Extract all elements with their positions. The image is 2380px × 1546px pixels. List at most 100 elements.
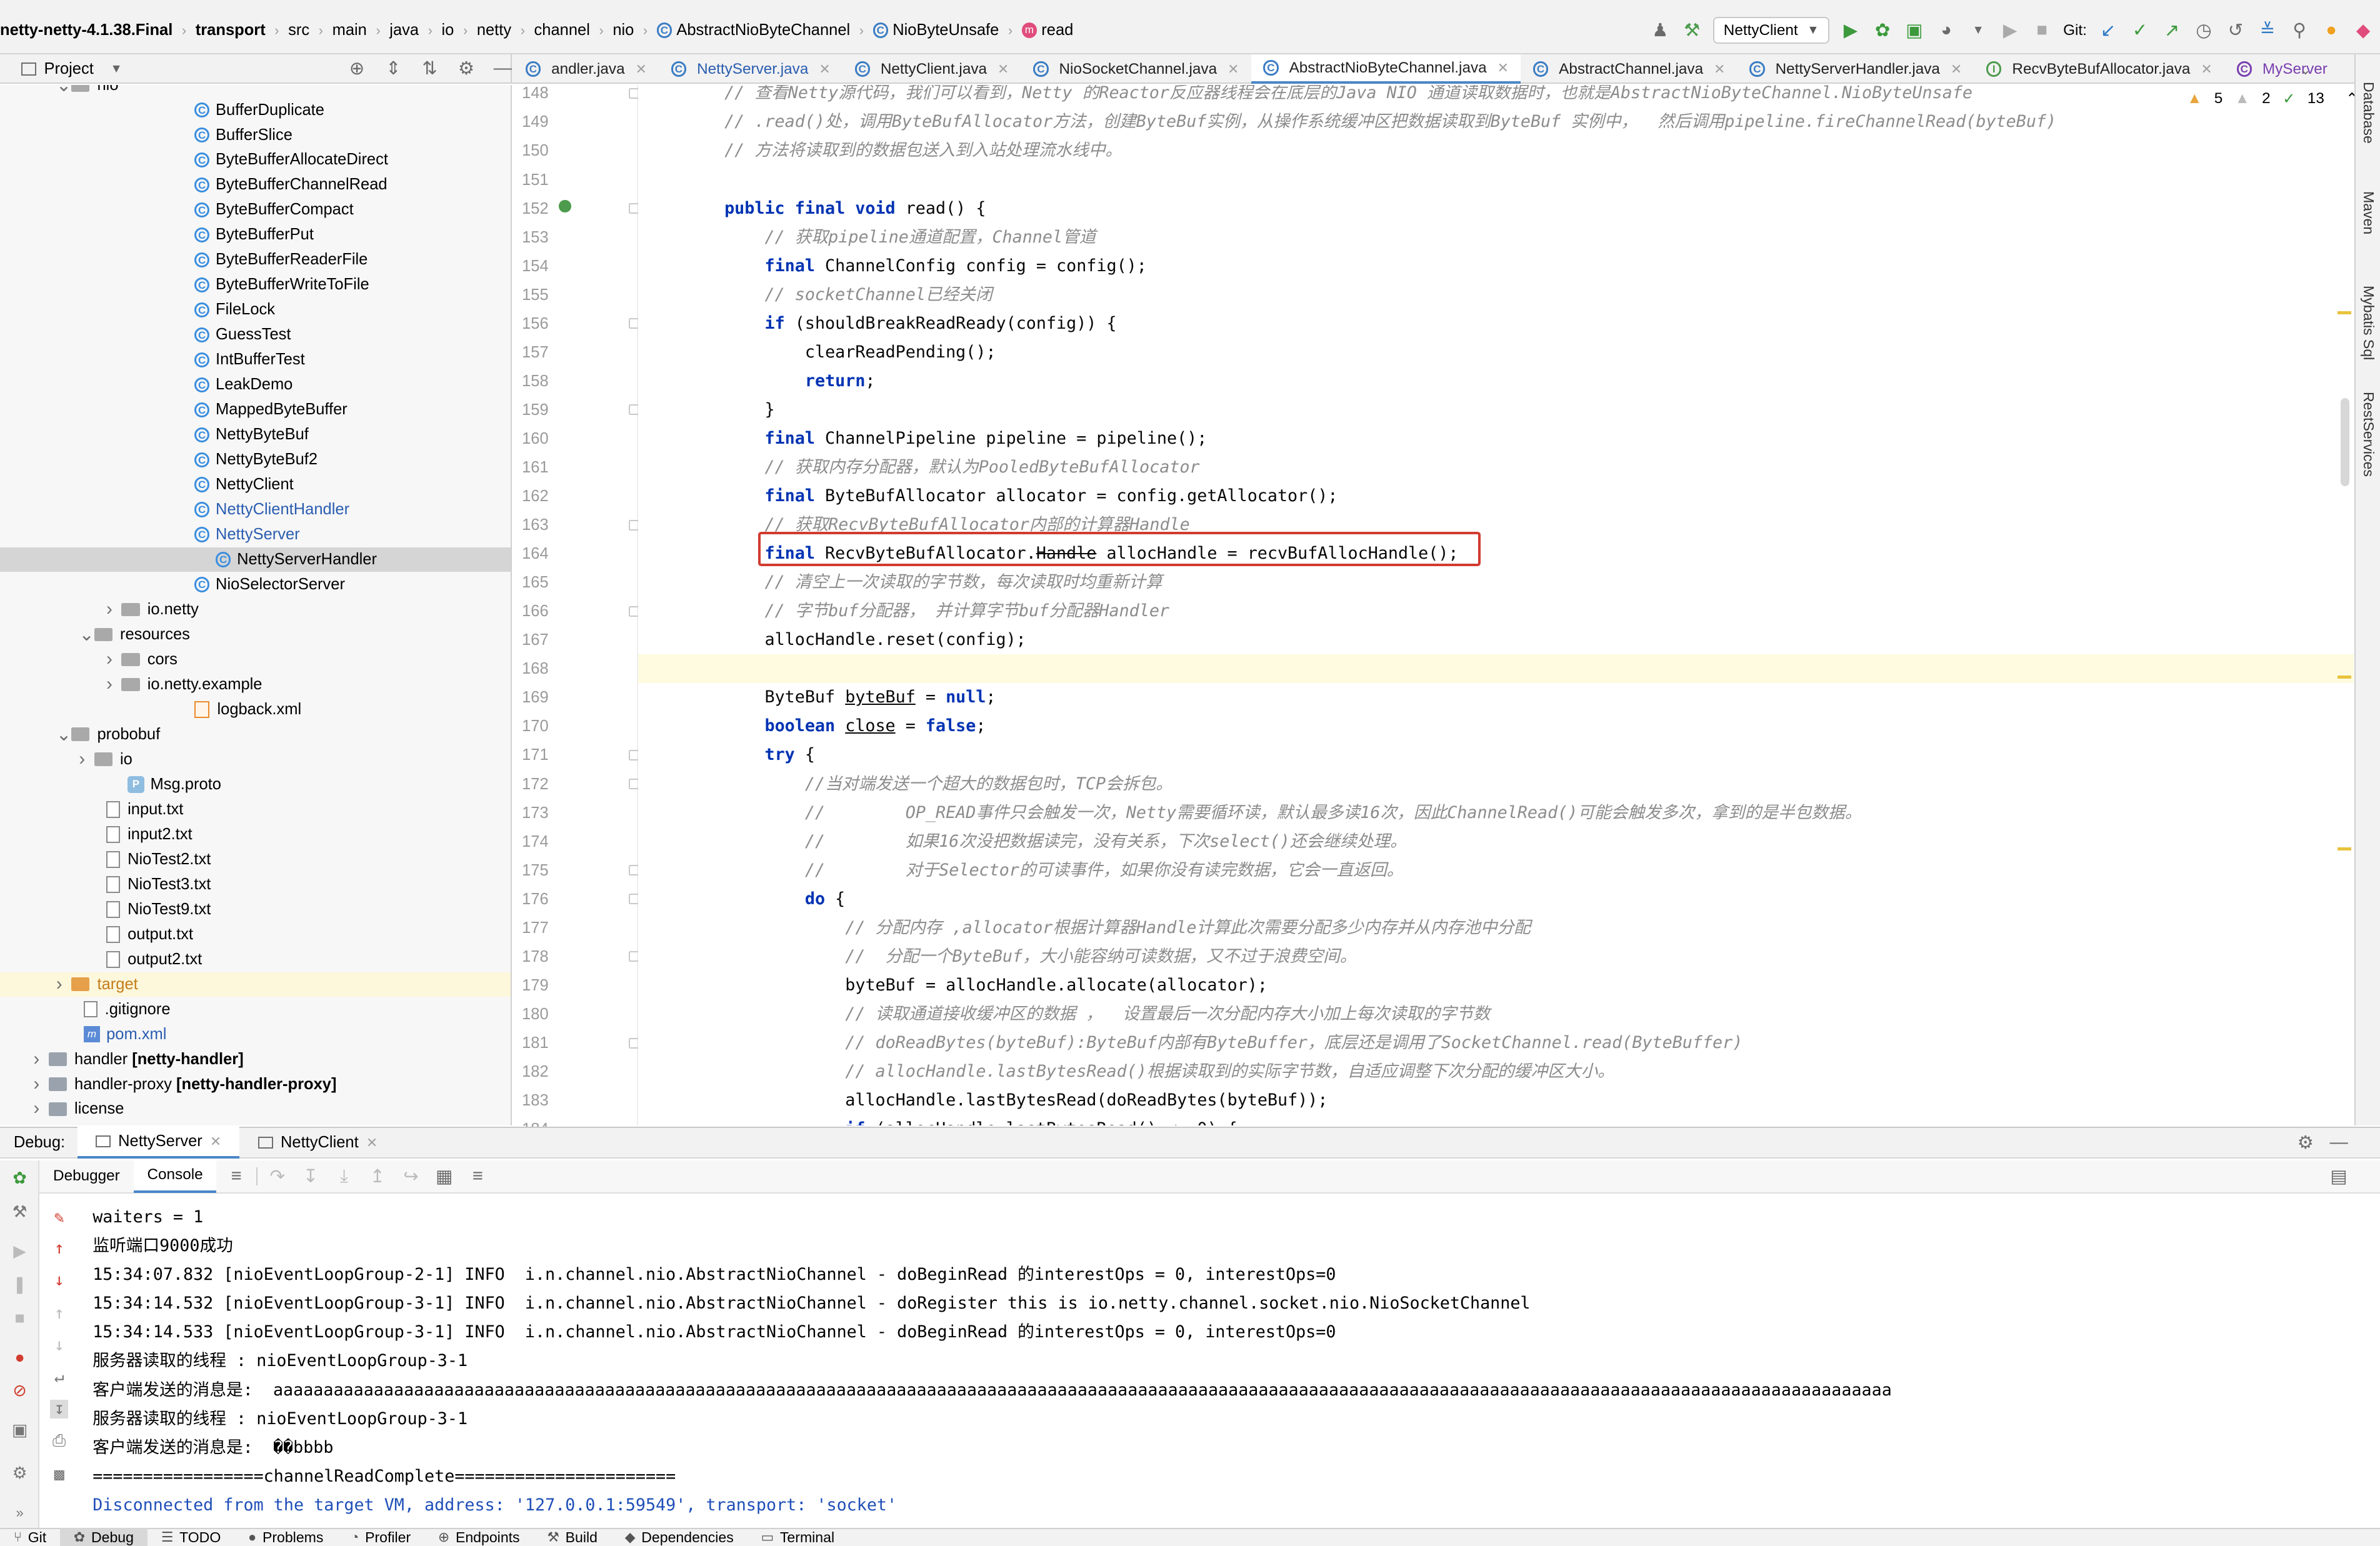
code-line[interactable]: // 查看Netty源代码，我们可以看到，Netty 的Reactor反应器线程… bbox=[638, 85, 1972, 107]
chevron-right-icon[interactable]: › bbox=[106, 599, 121, 620]
tree-item[interactable]: NioTest2.txt bbox=[106, 847, 211, 872]
ide-logo-icon[interactable]: ◆ bbox=[2352, 20, 2374, 41]
project-panel-header[interactable]: Project ▼ ⊕ ⇕ ⇅ ⚙ — bbox=[0, 54, 512, 84]
editor-tab[interactable]: C NettyServerHandler.java ✕ bbox=[1738, 54, 1974, 83]
tree-item[interactable]: C NioSelectorServer bbox=[194, 572, 345, 597]
tree-item[interactable]: input.txt bbox=[106, 797, 183, 822]
resume-icon[interactable]: ▶ bbox=[1999, 20, 2021, 41]
tree-item[interactable]: › license bbox=[33, 1097, 124, 1122]
tree-item[interactable]: C ByteBufferAllocateDirect bbox=[194, 148, 388, 172]
camera-icon[interactable]: ▣ bbox=[11, 1421, 29, 1439]
code-line[interactable]: public final void read() { bbox=[638, 194, 986, 223]
status-tab[interactable]: ● Problems bbox=[234, 1529, 337, 1546]
tree-item[interactable]: ⌄ nio bbox=[56, 85, 119, 97]
code-line[interactable]: allocHandle.lastBytesRead(doReadBytes(by… bbox=[638, 1086, 1328, 1115]
code-line[interactable]: try { bbox=[638, 741, 814, 769]
run-icon[interactable]: ▶ bbox=[1840, 20, 1861, 41]
breadcrumb-item[interactable]: › main bbox=[309, 21, 367, 39]
code-line[interactable]: // allocHandle.lastBytesRead()根据读取到的实际字节… bbox=[638, 1057, 1614, 1086]
code-line[interactable]: // 分配内存 ,allocator根据计算器Handle计算此次需要分配多少内… bbox=[638, 914, 1531, 942]
breadcrumb-item[interactable]: › java bbox=[367, 21, 419, 39]
search-icon[interactable]: ⚲ bbox=[2289, 20, 2310, 41]
close-icon[interactable]: ✕ bbox=[210, 1134, 221, 1150]
inspection-widget[interactable]: ▲5 ▲2 ✓13 ⌃ ⌄ bbox=[2187, 89, 2380, 108]
pause-icon[interactable]: ❚ bbox=[11, 1275, 29, 1294]
tree-item[interactable]: C LeakDemo bbox=[194, 372, 292, 397]
tree-item[interactable]: C BufferDuplicate bbox=[194, 98, 324, 122]
rerun-debug-icon[interactable]: ✿ bbox=[11, 1169, 29, 1187]
git-commit-icon[interactable]: ✓ bbox=[2129, 20, 2151, 41]
history-icon[interactable]: ◷ bbox=[2193, 20, 2214, 41]
close-icon[interactable]: ✕ bbox=[1228, 61, 1239, 77]
close-icon[interactable]: ✕ bbox=[998, 61, 1009, 77]
tree-item[interactable]: › io.netty.example bbox=[106, 672, 262, 697]
tree-item[interactable]: output.txt bbox=[106, 922, 193, 947]
tree-item[interactable]: C ByteBufferCompact bbox=[194, 198, 354, 222]
close-icon[interactable]: ✕ bbox=[1714, 61, 1725, 77]
code-line[interactable]: byteBuf = allocHandle.allocate(allocator… bbox=[638, 971, 1268, 1000]
status-tab[interactable]: ⚒ Build bbox=[533, 1529, 611, 1546]
code-line[interactable]: final ByteBufAllocator allocator = confi… bbox=[638, 482, 1338, 511]
chevron-right-icon[interactable]: › bbox=[33, 1049, 48, 1070]
stripe-mark[interactable] bbox=[2337, 847, 2351, 850]
tree-item[interactable]: C ByteBufferChannelRead bbox=[194, 173, 388, 197]
chevron-down-icon[interactable]: ▼ bbox=[111, 62, 122, 76]
tree-item[interactable]: logback.xml bbox=[194, 697, 301, 722]
debug-subtab[interactable]: Console bbox=[133, 1159, 217, 1193]
status-tab[interactable]: ▭ Terminal bbox=[748, 1529, 848, 1546]
code-line[interactable]: //当对端发送一个超大的数据包时，TCP会拆包。 bbox=[638, 770, 1172, 799]
tree-item[interactable]: › io bbox=[79, 747, 132, 772]
arrow-down-red-icon[interactable]: ↓ bbox=[50, 1271, 68, 1289]
tree-item[interactable]: NioTest3.txt bbox=[106, 872, 211, 897]
chevron-right-icon[interactable]: › bbox=[56, 974, 71, 995]
breadcrumb-item[interactable]: netty-netty-4.1.38.Final bbox=[0, 21, 172, 39]
code-line[interactable]: // 获取pipeline通道配置，Channel管道 bbox=[638, 223, 1096, 252]
tree-item[interactable]: › cors bbox=[106, 647, 178, 672]
stop-icon[interactable]: ■ bbox=[2031, 20, 2052, 41]
layout-icon[interactable]: ▤ bbox=[2328, 1165, 2349, 1187]
override-marker-icon[interactable] bbox=[559, 200, 571, 212]
breadcrumb-item[interactable]: › transport bbox=[172, 21, 266, 39]
chevron-right-icon[interactable]: › bbox=[106, 649, 121, 670]
chevron-right-icon[interactable]: › bbox=[106, 674, 121, 695]
evaluate-icon[interactable]: ▦ bbox=[434, 1165, 455, 1187]
breadcrumb-item[interactable]: › io bbox=[419, 21, 454, 39]
tree-item[interactable]: C NettyByteBuf2 bbox=[194, 447, 318, 472]
code-line[interactable]: // 字节buf分配器， 并计算字节buf分配器Handler bbox=[638, 597, 1169, 626]
more-icon[interactable]: » bbox=[11, 1504, 29, 1522]
console-output[interactable]: ✎ ↑ ↓ ↑ ↓ ↵ ↧ ⎙ ▩ waiters = 1 监听端口9000成功 1… bbox=[39, 1195, 2380, 1528]
print-icon[interactable]: ⎙ bbox=[50, 1432, 68, 1450]
tree-item[interactable]: ⌄ resources bbox=[79, 622, 190, 647]
tree-item[interactable]: ⌄ probobuf bbox=[56, 722, 160, 747]
tree-item[interactable]: C NettyClientHandler bbox=[194, 497, 349, 522]
tree-item[interactable]: C NettyServerHandler bbox=[0, 547, 511, 572]
code-line[interactable]: // 方法将读取到的数据包送入到入站处理流水线中。 bbox=[638, 136, 1122, 165]
tool-window-mybatis-sql[interactable]: Mybatis Sql bbox=[2360, 286, 2377, 360]
chevron-right-icon[interactable]: › bbox=[33, 1099, 48, 1119]
trash-icon[interactable]: ▩ bbox=[50, 1465, 68, 1484]
rollback-icon[interactable]: ↺ bbox=[2225, 20, 2246, 41]
code-line[interactable]: if (allocHandle.lastBytesRead() <= 0) { bbox=[638, 1115, 1237, 1125]
tree-item[interactable]: › handler-proxy [netty-handler-proxy] bbox=[33, 1072, 336, 1097]
code-line[interactable]: // 获取内存分配器，默认为PooledByteBufAllocator bbox=[638, 453, 1199, 482]
tree-item[interactable]: NioTest9.txt bbox=[106, 897, 211, 922]
code-line[interactable]: clearReadPending(); bbox=[638, 338, 996, 367]
chevron-right-icon[interactable]: › bbox=[79, 749, 94, 770]
code-line[interactable]: return; bbox=[638, 367, 876, 396]
tool-window-database[interactable]: Database bbox=[2360, 82, 2377, 144]
hide-icon[interactable]: — bbox=[2328, 1132, 2349, 1154]
close-icon[interactable]: ✕ bbox=[819, 61, 830, 77]
status-tab[interactable]: ◆ Dependencies bbox=[611, 1529, 748, 1546]
code-line[interactable] bbox=[638, 654, 2354, 684]
editor-tab[interactable]: C AbstractChannel.java ✕ bbox=[1521, 54, 1737, 83]
collapse-all-icon[interactable]: ⇅ bbox=[419, 57, 441, 79]
code-line[interactable]: final ChannelConfig config = config(); bbox=[638, 252, 1146, 281]
resume-icon[interactable]: ▶ bbox=[11, 1242, 29, 1260]
stripe-mark[interactable] bbox=[2337, 676, 2351, 679]
tree-item[interactable]: C GuessTest bbox=[194, 322, 291, 347]
code-line[interactable]: // 读取通道接收缓冲区的数据 ， 设置最后一次分配内存大小加上每次读取的字节数 bbox=[638, 1000, 1490, 1029]
debug-session-tab[interactable]: NettyServer ✕ bbox=[77, 1127, 240, 1159]
code-editor[interactable]: // 查看Netty源代码，我们可以看到，Netty 的Reactor反应器线程… bbox=[638, 85, 2354, 1125]
editor-tab[interactable]: C NioSocketChannel.java ✕ bbox=[1021, 54, 1251, 83]
tab-list-chevron-icon[interactable]: ⌄ bbox=[2295, 59, 2316, 81]
